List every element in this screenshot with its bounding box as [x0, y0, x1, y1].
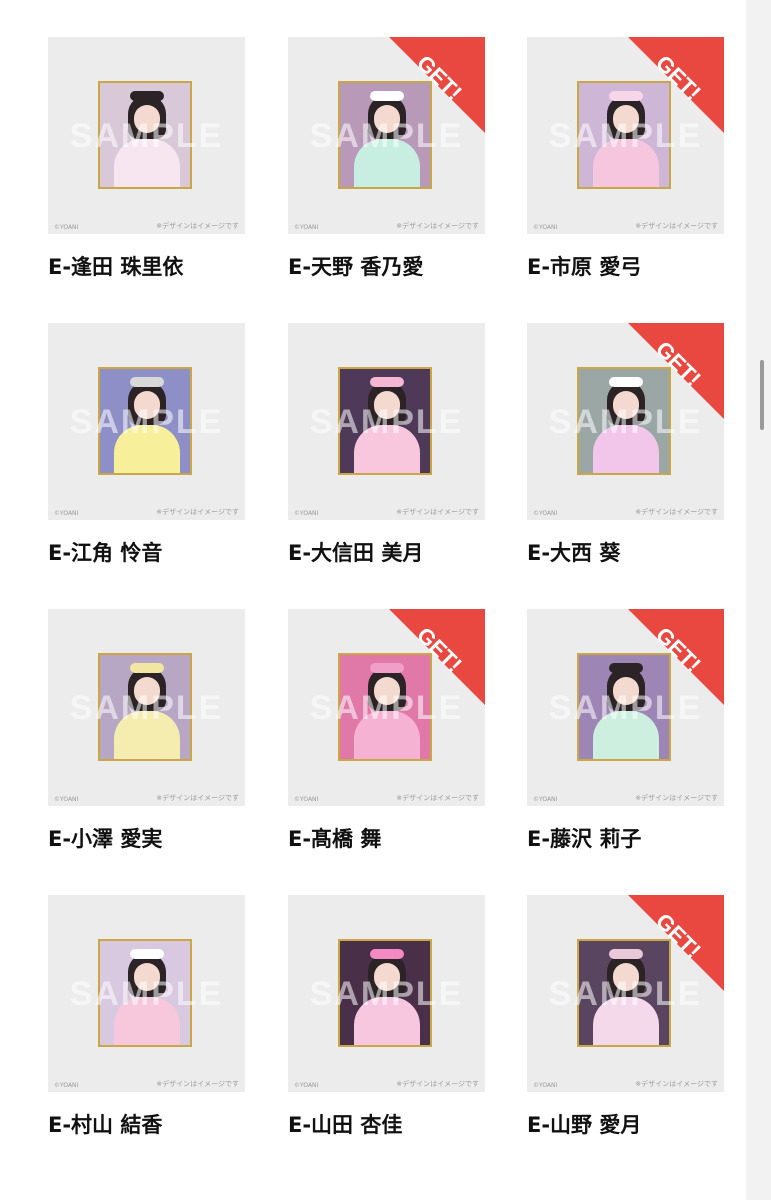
item-thumbnail[interactable]: SAMPLE ©YOANI ※デザインはイメージです	[48, 323, 245, 520]
item-card[interactable]: SAMPLE ©YOANI ※デザインはイメージです E-大信田 美月	[288, 323, 485, 565]
copyright-text: ©YOANI	[533, 224, 558, 231]
item-thumbnail[interactable]: SAMPLE ©YOANI ※デザインはイメージです	[48, 609, 245, 806]
member-name: E-小澤 愛実	[48, 827, 163, 851]
sample-watermark: SAMPLE	[309, 975, 464, 1013]
item-thumbnail[interactable]: SAMPLE ©YOANI ※デザインはイメージです GET!	[527, 323, 724, 520]
item-card[interactable]: SAMPLE ©YOANI ※デザインはイメージです GET! E-山野 愛月	[527, 895, 724, 1137]
item-thumbnail[interactable]: SAMPLE ©YOANI ※デザインはイメージです GET!	[527, 609, 724, 806]
design-note: ※デザインはイメージです	[635, 794, 718, 802]
design-note: ※デザインはイメージです	[396, 1080, 479, 1088]
design-note: ※デザインはイメージです	[156, 794, 239, 802]
copyright-text: ©YOANI	[294, 796, 319, 803]
member-name: E-村山 結香	[48, 1113, 163, 1137]
design-note: ※デザインはイメージです	[396, 222, 479, 230]
sample-watermark: SAMPLE	[69, 975, 224, 1013]
member-name: E-天野 香乃愛	[288, 255, 424, 279]
item-card[interactable]: SAMPLE ©YOANI ※デザインはイメージです E-逢田 珠里依	[48, 37, 245, 279]
member-name: E-市原 愛弓	[527, 255, 642, 279]
item-card[interactable]: SAMPLE ©YOANI ※デザインはイメージです GET! E-市原 愛弓	[527, 37, 724, 279]
item-thumbnail[interactable]: SAMPLE ©YOANI ※デザインはイメージです GET!	[288, 609, 485, 806]
copyright-text: ©YOANI	[54, 1082, 79, 1089]
item-thumbnail[interactable]: SAMPLE ©YOANI ※デザインはイメージです GET!	[527, 895, 724, 1092]
copyright-text: ©YOANI	[533, 1082, 558, 1089]
member-name: E-藤沢 莉子	[527, 827, 642, 851]
design-note: ※デザインはイメージです	[156, 508, 239, 516]
copyright-text: ©YOANI	[54, 224, 79, 231]
sample-watermark: SAMPLE	[309, 403, 464, 441]
member-name: E-山野 愛月	[527, 1113, 642, 1137]
copyright-text: ©YOANI	[294, 224, 319, 231]
item-card[interactable]: SAMPLE ©YOANI ※デザインはイメージです GET! E-大西 葵	[527, 323, 724, 565]
member-name: E-大西 葵	[527, 541, 621, 565]
item-card[interactable]: SAMPLE ©YOANI ※デザインはイメージです E-村山 結香	[48, 895, 245, 1137]
scrollbar[interactable]	[760, 360, 764, 430]
sample-watermark: SAMPLE	[69, 403, 224, 441]
item-card[interactable]: SAMPLE ©YOANI ※デザインはイメージです E-小澤 愛実	[48, 609, 245, 851]
member-name: E-髙橋 舞	[288, 827, 382, 851]
copyright-text: ©YOANI	[54, 510, 79, 517]
copyright-text: ©YOANI	[533, 510, 558, 517]
sample-watermark: SAMPLE	[69, 689, 224, 727]
member-name: E-山田 杏佳	[288, 1113, 403, 1137]
copyright-text: ©YOANI	[533, 796, 558, 803]
copyright-text: ©YOANI	[294, 1082, 319, 1089]
design-note: ※デザインはイメージです	[635, 222, 718, 230]
copyright-text: ©YOANI	[294, 510, 319, 517]
design-note: ※デザインはイメージです	[635, 1080, 718, 1088]
item-card[interactable]: SAMPLE ©YOANI ※デザインはイメージです E-江角 怜音	[48, 323, 245, 565]
design-note: ※デザインはイメージです	[635, 508, 718, 516]
member-name: E-江角 怜音	[48, 541, 163, 565]
item-thumbnail[interactable]: SAMPLE ©YOANI ※デザインはイメージです	[288, 895, 485, 1092]
item-thumbnail[interactable]: SAMPLE ©YOANI ※デザインはイメージです	[48, 895, 245, 1092]
sample-watermark: SAMPLE	[69, 117, 224, 155]
copyright-text: ©YOANI	[54, 796, 79, 803]
member-name: E-大信田 美月	[288, 541, 424, 565]
item-card[interactable]: SAMPLE ©YOANI ※デザインはイメージです GET! E-髙橋 舞	[288, 609, 485, 851]
member-name: E-逢田 珠里依	[48, 255, 184, 279]
item-card[interactable]: SAMPLE ©YOANI ※デザインはイメージです E-山田 杏佳	[288, 895, 485, 1137]
item-card[interactable]: SAMPLE ©YOANI ※デザインはイメージです GET! E-天野 香乃愛	[288, 37, 485, 279]
design-note: ※デザインはイメージです	[156, 1080, 239, 1088]
item-card[interactable]: SAMPLE ©YOANI ※デザインはイメージです GET! E-藤沢 莉子	[527, 609, 724, 851]
design-note: ※デザインはイメージです	[396, 794, 479, 802]
design-note: ※デザインはイメージです	[396, 508, 479, 516]
item-thumbnail[interactable]: SAMPLE ©YOANI ※デザインはイメージです GET!	[288, 37, 485, 234]
design-note: ※デザインはイメージです	[156, 222, 239, 230]
item-thumbnail[interactable]: SAMPLE ©YOANI ※デザインはイメージです	[48, 37, 245, 234]
item-thumbnail[interactable]: SAMPLE ©YOANI ※デザインはイメージです GET!	[527, 37, 724, 234]
content-panel: SAMPLE ©YOANI ※デザインはイメージです E-逢田 珠里依 SAMP…	[0, 0, 746, 1200]
item-thumbnail[interactable]: SAMPLE ©YOANI ※デザインはイメージです	[288, 323, 485, 520]
